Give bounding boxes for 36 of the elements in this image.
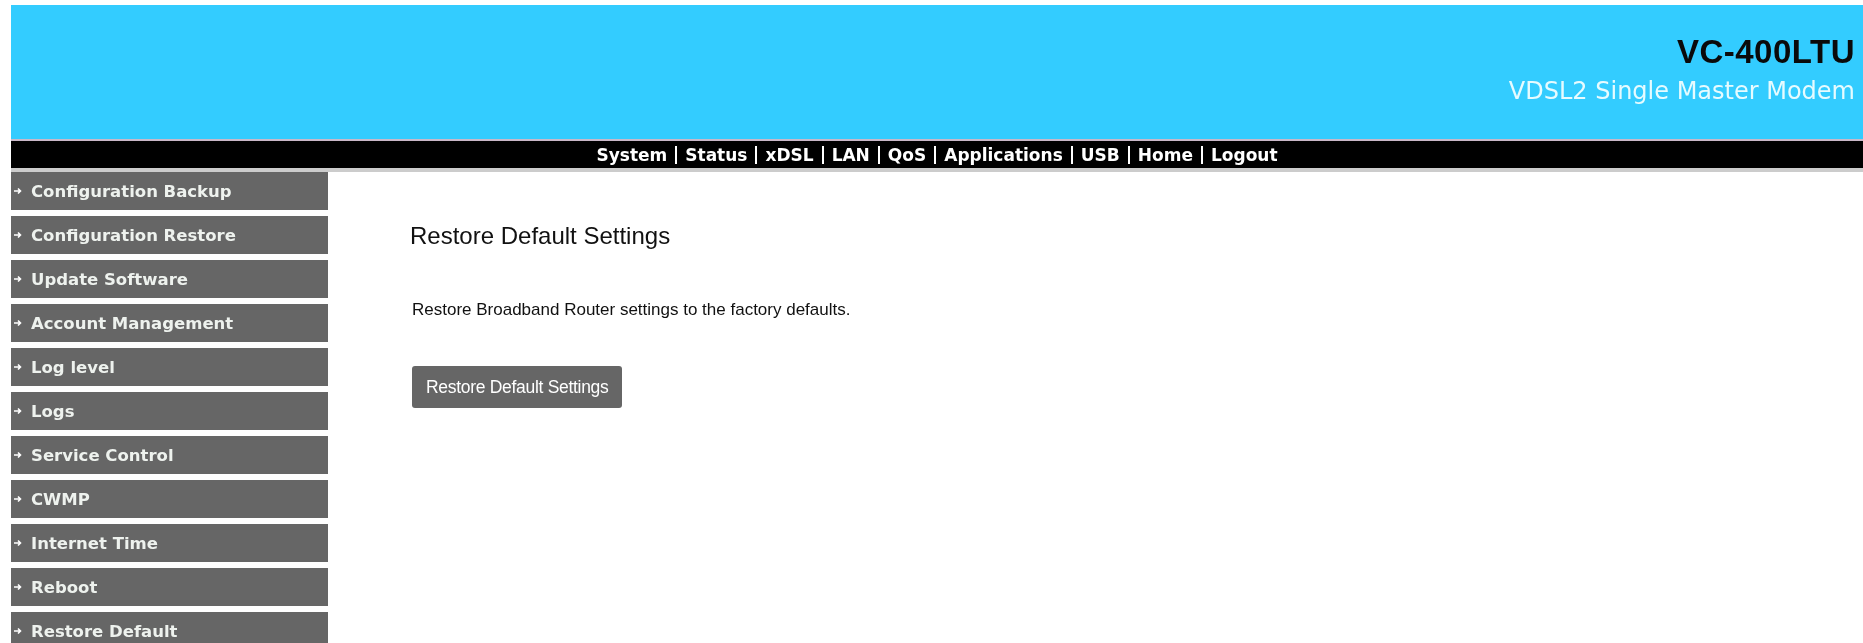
sidebar-item[interactable]: Logs: [11, 392, 328, 430]
model-name: VC-400LTU: [1676, 33, 1855, 71]
sidebar-item[interactable]: Log level: [11, 348, 328, 386]
sidebar-item[interactable]: Update Software: [11, 260, 328, 298]
nav-link[interactable]: Status: [677, 144, 756, 165]
nav-link[interactable]: System: [588, 144, 676, 165]
nav-link[interactable]: USB: [1072, 144, 1128, 165]
sidebar-item[interactable]: Configuration Restore: [11, 216, 328, 254]
arrow-icon: [14, 275, 22, 283]
sidebar-item[interactable]: Service Control: [11, 436, 328, 474]
sidebar-item[interactable]: Configuration Backup: [11, 172, 328, 210]
nav-link[interactable]: Logout: [1202, 144, 1286, 165]
nav-link[interactable]: QoS: [879, 144, 935, 165]
arrow-icon: [14, 539, 22, 547]
sidebar-item[interactable]: Account Management: [11, 304, 328, 342]
nav-link[interactable]: LAN: [823, 144, 878, 165]
sidebar-item[interactable]: CWMP: [11, 480, 328, 518]
arrow-icon: [14, 363, 22, 371]
product-name: VDSL2 Single Master Modem: [1508, 77, 1855, 105]
page-title: Restore Default Settings: [410, 222, 671, 250]
nav-link[interactable]: xDSL: [757, 144, 822, 165]
restore-default-button[interactable]: Restore Default Settings: [412, 366, 623, 408]
arrow-icon: [14, 187, 22, 195]
arrow-icon: [14, 407, 22, 415]
sidebar-item[interactable]: Restore Default: [11, 612, 328, 643]
nav-link[interactable]: Applications: [936, 144, 1071, 165]
arrow-icon: [14, 319, 22, 327]
description-text: Restore Broadband Router settings to the factory defaults.: [412, 300, 851, 320]
arrow-icon: [14, 231, 22, 239]
sidebar-item[interactable]: Internet Time: [11, 524, 328, 562]
nav-link[interactable]: Home: [1129, 144, 1201, 165]
sidebar-item[interactable]: Reboot: [11, 568, 328, 606]
arrow-icon: [14, 495, 22, 503]
arrow-icon: [14, 627, 22, 635]
arrow-icon: [14, 451, 22, 459]
arrow-icon: [14, 583, 22, 591]
